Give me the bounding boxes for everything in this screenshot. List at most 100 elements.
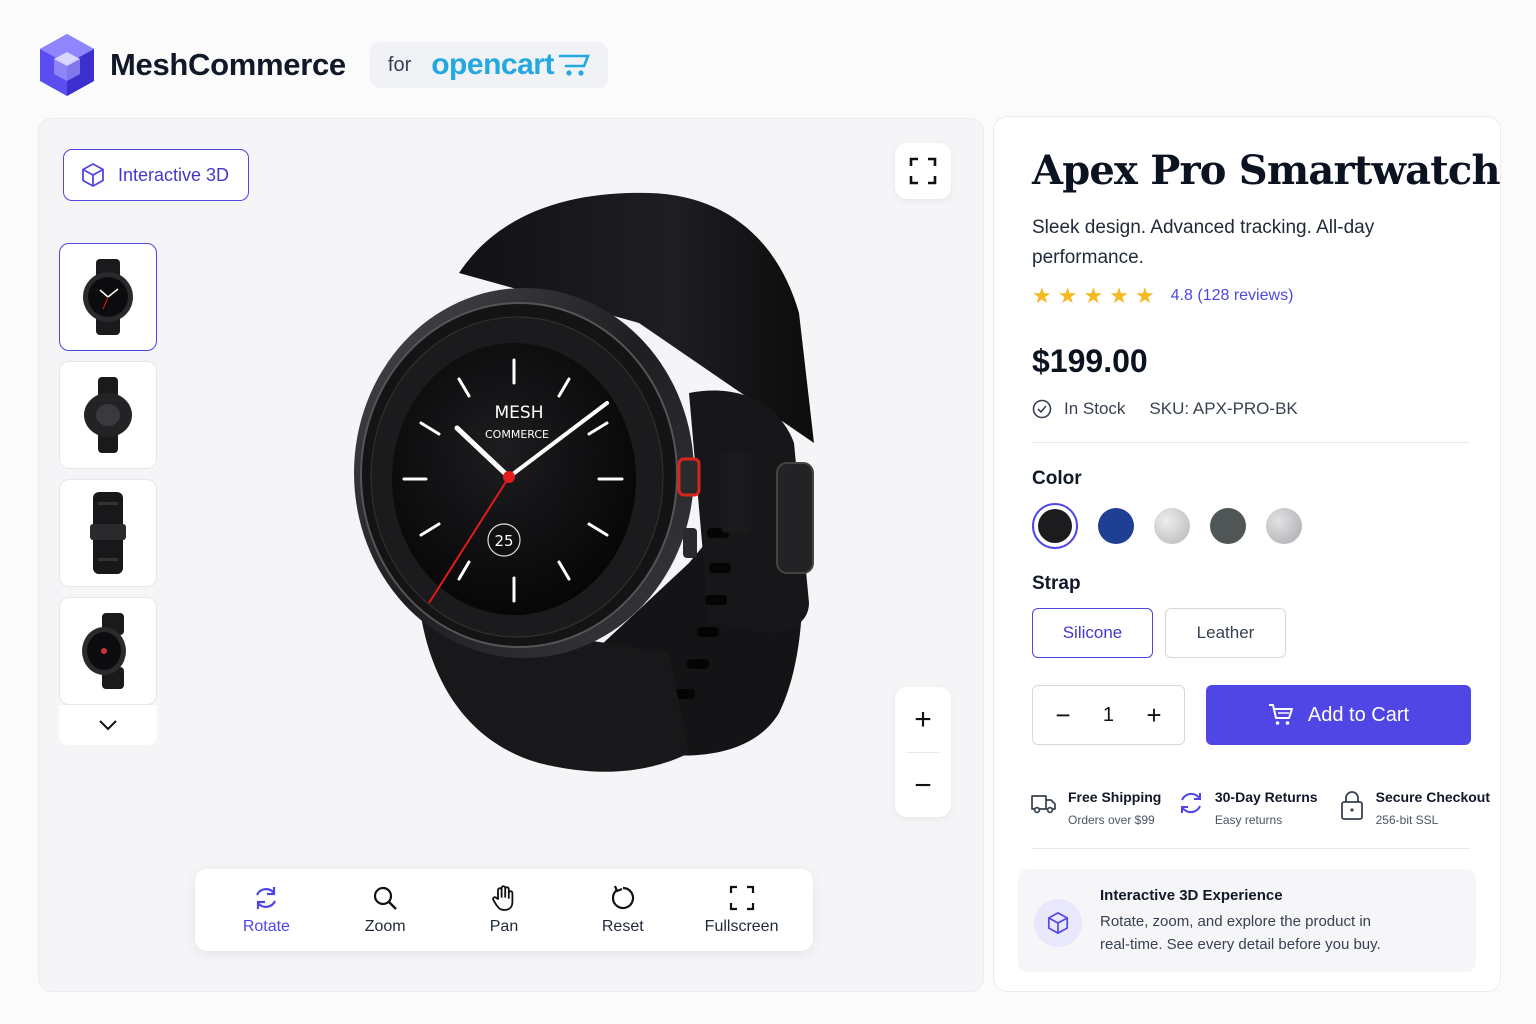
divider bbox=[1032, 442, 1470, 443]
rating-link[interactable]: 4.8 (128 reviews) bbox=[1171, 287, 1294, 305]
check-circle-icon bbox=[1032, 399, 1052, 419]
fullscreen-icon bbox=[729, 885, 754, 911]
star-icon: ★ bbox=[1032, 283, 1052, 308]
truck-icon bbox=[1031, 795, 1056, 814]
feature-sub: 256-bit SSL bbox=[1375, 813, 1439, 827]
viewer-toolbar: Rotate Zoom Pan Reset Fullscreen bbox=[195, 869, 813, 951]
brand-name: MeshCommerce bbox=[110, 47, 346, 82]
qty-decrease-button[interactable]: − bbox=[1043, 700, 1083, 731]
opencart-wordmark: opencart bbox=[431, 48, 554, 81]
info-title: Interactive 3D Experience bbox=[1100, 887, 1283, 904]
feature-shipping: Free Shipping Orders over $99 bbox=[1030, 789, 1177, 827]
star-icon: ★ bbox=[1109, 283, 1129, 308]
dial-brand-line1: MESH bbox=[495, 403, 544, 423]
chevron-down-icon bbox=[99, 720, 117, 731]
dial-brand-line2: COMMERCE bbox=[485, 428, 549, 441]
dial-date: 25 bbox=[494, 532, 513, 550]
thumbnails-more-button[interactable] bbox=[59, 705, 157, 745]
pan-label: Pan bbox=[489, 918, 519, 935]
reset-tool[interactable]: Reset bbox=[568, 884, 678, 936]
zoom-label: Zoom bbox=[364, 918, 406, 935]
stock-status: In Stock bbox=[1064, 399, 1126, 418]
divider bbox=[1032, 848, 1470, 849]
feature-sub: Orders over $99 bbox=[1068, 813, 1155, 827]
thumbnail-back[interactable] bbox=[59, 361, 157, 469]
for-text: for bbox=[387, 53, 412, 76]
star-icon: ★ bbox=[1134, 283, 1155, 308]
strap-label: Strap bbox=[1032, 573, 1081, 594]
swatch-fill bbox=[1038, 509, 1072, 543]
zoom-out-button[interactable]: − bbox=[895, 753, 951, 818]
cart-icon bbox=[1268, 704, 1293, 725]
feature-secure: Secure Checkout 256-bit SSL bbox=[1338, 789, 1490, 827]
badge-label: Interactive 3D bbox=[118, 164, 230, 185]
hand-icon bbox=[492, 885, 514, 911]
thumbnail-front[interactable] bbox=[59, 243, 157, 351]
cart-logo-icon bbox=[558, 54, 590, 76]
info-description: Rotate, zoom, and explore the product in… bbox=[1100, 913, 1381, 953]
rotate-tool[interactable]: Rotate bbox=[211, 884, 321, 936]
strap-options: Silicone Leather bbox=[1032, 608, 1286, 658]
qty-value[interactable]: 1 bbox=[1103, 704, 1114, 727]
search-icon bbox=[374, 886, 398, 910]
zoom-tool[interactable]: Zoom bbox=[330, 884, 440, 936]
feature-title: Secure Checkout bbox=[1375, 789, 1490, 805]
returns-icon bbox=[1180, 792, 1201, 814]
watch-strap-icon bbox=[90, 492, 126, 574]
color-swatch-silver[interactable] bbox=[1154, 508, 1190, 544]
feature-returns: 30-Day Returns Easy returns bbox=[1177, 789, 1338, 827]
header: MeshCommerce for opencart bbox=[38, 30, 608, 100]
platform-pill: for opencart bbox=[369, 42, 608, 88]
info-box: Interactive 3D Experience Rotate, zoom, … bbox=[1018, 869, 1476, 972]
feature-title: Free Shipping bbox=[1068, 789, 1162, 805]
fullscreen-tool[interactable]: Fullscreen bbox=[687, 884, 797, 936]
color-label: Color bbox=[1032, 468, 1082, 489]
thumbnail-side[interactable] bbox=[59, 597, 157, 705]
product-title: Apex Pro Smartwatch bbox=[1032, 147, 1501, 194]
product-viewer: Interactive 3D MESH COMMERCE 25 + − Rota… bbox=[38, 118, 984, 992]
add-to-cart-button[interactable]: Add to Cart bbox=[1206, 685, 1471, 745]
thumbnail-strap[interactable] bbox=[59, 479, 157, 587]
watch-side-icon bbox=[82, 613, 126, 689]
watch-front-icon bbox=[83, 259, 133, 335]
info-cube-badge bbox=[1034, 899, 1082, 947]
lock-icon bbox=[1340, 791, 1363, 820]
feature-list: Free Shipping Orders over $99 30-Day Ret… bbox=[1030, 789, 1490, 827]
color-swatch-black[interactable] bbox=[1032, 503, 1078, 549]
color-swatch-light-silver[interactable] bbox=[1266, 508, 1302, 544]
cube-icon bbox=[82, 163, 104, 187]
product-price: $199.00 bbox=[1032, 343, 1148, 379]
feature-title: 30-Day Returns bbox=[1214, 789, 1318, 805]
interactive-3d-badge[interactable]: Interactive 3D bbox=[63, 149, 249, 201]
reset-label: Reset bbox=[601, 918, 644, 935]
color-swatches bbox=[1032, 503, 1302, 549]
product-subtitle: Sleek design. Advanced tracking. All-day… bbox=[1032, 217, 1375, 268]
zoom-controls: + − bbox=[895, 687, 951, 817]
opencart-logo: opencart bbox=[431, 48, 590, 82]
add-to-cart-label: Add to Cart bbox=[1307, 703, 1410, 726]
zoom-in-button[interactable]: + bbox=[895, 687, 951, 752]
qty-increase-button[interactable]: + bbox=[1134, 700, 1174, 731]
fullscreen-icon bbox=[909, 157, 937, 185]
strap-silicone-button[interactable]: Silicone bbox=[1032, 608, 1153, 658]
reset-icon bbox=[611, 885, 634, 910]
star-icon: ★ bbox=[1083, 283, 1104, 308]
cube-icon bbox=[1047, 912, 1069, 934]
sku-text: SKU: APX-PRO-BK bbox=[1149, 399, 1298, 418]
meshcommerce-logo-icon bbox=[40, 34, 94, 96]
product-3d-model[interactable]: MESH COMMERCE 25 bbox=[309, 183, 869, 783]
rotate-icon bbox=[256, 887, 277, 909]
star-icon: ★ bbox=[1057, 283, 1078, 308]
watch-back-icon bbox=[84, 377, 132, 453]
color-swatch-graphite[interactable] bbox=[1210, 508, 1246, 544]
fullscreen-label: Fullscreen bbox=[704, 918, 779, 935]
product-rating[interactable]: ★ ★ ★ ★ ★ 4.8 (128 reviews) bbox=[1032, 285, 1293, 307]
stock-row: In Stock SKU: APX-PRO-BK bbox=[1032, 399, 1298, 419]
feature-sub: Easy returns bbox=[1214, 813, 1283, 827]
quantity-stepper: − 1 + bbox=[1032, 685, 1185, 745]
fullscreen-button[interactable] bbox=[895, 143, 951, 199]
pan-tool[interactable]: Pan bbox=[449, 884, 559, 936]
color-swatch-blue[interactable] bbox=[1098, 508, 1134, 544]
thumbnail-list bbox=[59, 243, 159, 745]
strap-leather-button[interactable]: Leather bbox=[1165, 608, 1286, 658]
